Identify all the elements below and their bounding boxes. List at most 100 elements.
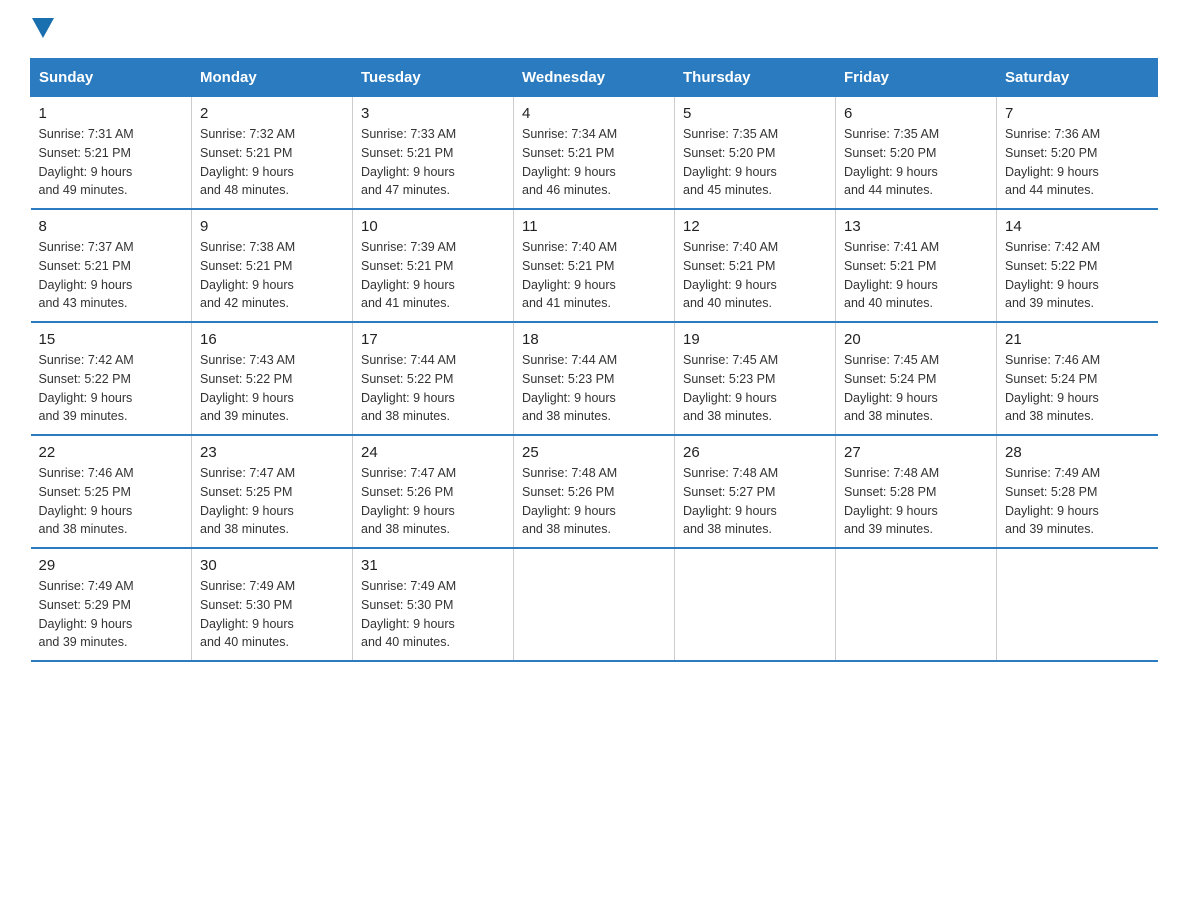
day-info: Sunrise: 7:40 AMSunset: 5:21 PMDaylight:… bbox=[683, 240, 778, 310]
day-info: Sunrise: 7:48 AMSunset: 5:28 PMDaylight:… bbox=[844, 466, 939, 536]
day-info: Sunrise: 7:38 AMSunset: 5:21 PMDaylight:… bbox=[200, 240, 295, 310]
day-number: 25 bbox=[522, 444, 666, 461]
day-info: Sunrise: 7:42 AMSunset: 5:22 PMDaylight:… bbox=[39, 353, 134, 423]
week-row-1: 1 Sunrise: 7:31 AMSunset: 5:21 PMDayligh… bbox=[31, 97, 1158, 210]
day-info: Sunrise: 7:46 AMSunset: 5:25 PMDaylight:… bbox=[39, 466, 134, 536]
day-cell: 8 Sunrise: 7:37 AMSunset: 5:21 PMDayligh… bbox=[31, 209, 192, 322]
day-number: 31 bbox=[361, 557, 505, 574]
day-number: 18 bbox=[522, 331, 666, 348]
week-row-5: 29 Sunrise: 7:49 AMSunset: 5:29 PMDaylig… bbox=[31, 548, 1158, 661]
day-number: 3 bbox=[361, 105, 505, 122]
day-cell: 13 Sunrise: 7:41 AMSunset: 5:21 PMDaylig… bbox=[836, 209, 997, 322]
header-cell-thursday: Thursday bbox=[675, 59, 836, 97]
page-header bbox=[30, 20, 1158, 38]
day-cell: 19 Sunrise: 7:45 AMSunset: 5:23 PMDaylig… bbox=[675, 322, 836, 435]
day-number: 26 bbox=[683, 444, 827, 461]
day-number: 8 bbox=[39, 218, 184, 235]
day-cell: 17 Sunrise: 7:44 AMSunset: 5:22 PMDaylig… bbox=[353, 322, 514, 435]
day-cell: 23 Sunrise: 7:47 AMSunset: 5:25 PMDaylig… bbox=[192, 435, 353, 548]
day-info: Sunrise: 7:35 AMSunset: 5:20 PMDaylight:… bbox=[683, 127, 778, 197]
day-number: 30 bbox=[200, 557, 344, 574]
day-number: 19 bbox=[683, 331, 827, 348]
day-cell: 2 Sunrise: 7:32 AMSunset: 5:21 PMDayligh… bbox=[192, 97, 353, 210]
day-cell: 21 Sunrise: 7:46 AMSunset: 5:24 PMDaylig… bbox=[997, 322, 1158, 435]
day-number: 1 bbox=[39, 105, 184, 122]
day-cell: 4 Sunrise: 7:34 AMSunset: 5:21 PMDayligh… bbox=[514, 97, 675, 210]
day-cell bbox=[514, 548, 675, 661]
day-info: Sunrise: 7:49 AMSunset: 5:30 PMDaylight:… bbox=[361, 579, 456, 649]
day-cell: 15 Sunrise: 7:42 AMSunset: 5:22 PMDaylig… bbox=[31, 322, 192, 435]
day-info: Sunrise: 7:42 AMSunset: 5:22 PMDaylight:… bbox=[1005, 240, 1100, 310]
day-cell: 28 Sunrise: 7:49 AMSunset: 5:28 PMDaylig… bbox=[997, 435, 1158, 548]
day-info: Sunrise: 7:49 AMSunset: 5:28 PMDaylight:… bbox=[1005, 466, 1100, 536]
day-cell: 7 Sunrise: 7:36 AMSunset: 5:20 PMDayligh… bbox=[997, 97, 1158, 210]
day-number: 23 bbox=[200, 444, 344, 461]
header-cell-sunday: Sunday bbox=[31, 59, 192, 97]
day-number: 13 bbox=[844, 218, 988, 235]
day-cell: 18 Sunrise: 7:44 AMSunset: 5:23 PMDaylig… bbox=[514, 322, 675, 435]
day-cell: 26 Sunrise: 7:48 AMSunset: 5:27 PMDaylig… bbox=[675, 435, 836, 548]
day-cell: 11 Sunrise: 7:40 AMSunset: 5:21 PMDaylig… bbox=[514, 209, 675, 322]
day-number: 17 bbox=[361, 331, 505, 348]
calendar-header: SundayMondayTuesdayWednesdayThursdayFrid… bbox=[31, 59, 1158, 97]
day-number: 14 bbox=[1005, 218, 1150, 235]
day-number: 6 bbox=[844, 105, 988, 122]
week-row-4: 22 Sunrise: 7:46 AMSunset: 5:25 PMDaylig… bbox=[31, 435, 1158, 548]
logo-triangle-icon bbox=[32, 18, 54, 38]
day-info: Sunrise: 7:32 AMSunset: 5:21 PMDaylight:… bbox=[200, 127, 295, 197]
day-cell bbox=[997, 548, 1158, 661]
day-info: Sunrise: 7:36 AMSunset: 5:20 PMDaylight:… bbox=[1005, 127, 1100, 197]
day-cell: 27 Sunrise: 7:48 AMSunset: 5:28 PMDaylig… bbox=[836, 435, 997, 548]
day-info: Sunrise: 7:39 AMSunset: 5:21 PMDaylight:… bbox=[361, 240, 456, 310]
day-number: 28 bbox=[1005, 444, 1150, 461]
header-cell-monday: Monday bbox=[192, 59, 353, 97]
day-info: Sunrise: 7:49 AMSunset: 5:30 PMDaylight:… bbox=[200, 579, 295, 649]
day-number: 21 bbox=[1005, 331, 1150, 348]
day-info: Sunrise: 7:40 AMSunset: 5:21 PMDaylight:… bbox=[522, 240, 617, 310]
day-info: Sunrise: 7:33 AMSunset: 5:21 PMDaylight:… bbox=[361, 127, 456, 197]
day-number: 12 bbox=[683, 218, 827, 235]
day-number: 9 bbox=[200, 218, 344, 235]
header-row: SundayMondayTuesdayWednesdayThursdayFrid… bbox=[31, 59, 1158, 97]
day-number: 29 bbox=[39, 557, 184, 574]
day-cell: 12 Sunrise: 7:40 AMSunset: 5:21 PMDaylig… bbox=[675, 209, 836, 322]
day-number: 27 bbox=[844, 444, 988, 461]
day-cell: 20 Sunrise: 7:45 AMSunset: 5:24 PMDaylig… bbox=[836, 322, 997, 435]
day-number: 16 bbox=[200, 331, 344, 348]
day-number: 5 bbox=[683, 105, 827, 122]
day-cell: 6 Sunrise: 7:35 AMSunset: 5:20 PMDayligh… bbox=[836, 97, 997, 210]
day-info: Sunrise: 7:41 AMSunset: 5:21 PMDaylight:… bbox=[844, 240, 939, 310]
calendar-body: 1 Sunrise: 7:31 AMSunset: 5:21 PMDayligh… bbox=[31, 97, 1158, 662]
day-info: Sunrise: 7:45 AMSunset: 5:23 PMDaylight:… bbox=[683, 353, 778, 423]
day-info: Sunrise: 7:35 AMSunset: 5:20 PMDaylight:… bbox=[844, 127, 939, 197]
week-row-3: 15 Sunrise: 7:42 AMSunset: 5:22 PMDaylig… bbox=[31, 322, 1158, 435]
day-number: 20 bbox=[844, 331, 988, 348]
day-cell: 24 Sunrise: 7:47 AMSunset: 5:26 PMDaylig… bbox=[353, 435, 514, 548]
week-row-2: 8 Sunrise: 7:37 AMSunset: 5:21 PMDayligh… bbox=[31, 209, 1158, 322]
day-cell: 29 Sunrise: 7:49 AMSunset: 5:29 PMDaylig… bbox=[31, 548, 192, 661]
day-cell: 22 Sunrise: 7:46 AMSunset: 5:25 PMDaylig… bbox=[31, 435, 192, 548]
day-info: Sunrise: 7:48 AMSunset: 5:26 PMDaylight:… bbox=[522, 466, 617, 536]
day-number: 10 bbox=[361, 218, 505, 235]
day-info: Sunrise: 7:31 AMSunset: 5:21 PMDaylight:… bbox=[39, 127, 134, 197]
day-cell: 14 Sunrise: 7:42 AMSunset: 5:22 PMDaylig… bbox=[997, 209, 1158, 322]
day-cell bbox=[675, 548, 836, 661]
header-cell-tuesday: Tuesday bbox=[353, 59, 514, 97]
day-number: 4 bbox=[522, 105, 666, 122]
day-cell: 30 Sunrise: 7:49 AMSunset: 5:30 PMDaylig… bbox=[192, 548, 353, 661]
day-cell: 31 Sunrise: 7:49 AMSunset: 5:30 PMDaylig… bbox=[353, 548, 514, 661]
header-cell-wednesday: Wednesday bbox=[514, 59, 675, 97]
day-cell: 10 Sunrise: 7:39 AMSunset: 5:21 PMDaylig… bbox=[353, 209, 514, 322]
day-info: Sunrise: 7:49 AMSunset: 5:29 PMDaylight:… bbox=[39, 579, 134, 649]
day-info: Sunrise: 7:48 AMSunset: 5:27 PMDaylight:… bbox=[683, 466, 778, 536]
day-info: Sunrise: 7:37 AMSunset: 5:21 PMDaylight:… bbox=[39, 240, 134, 310]
day-cell: 3 Sunrise: 7:33 AMSunset: 5:21 PMDayligh… bbox=[353, 97, 514, 210]
logo bbox=[30, 20, 54, 38]
day-number: 24 bbox=[361, 444, 505, 461]
day-info: Sunrise: 7:34 AMSunset: 5:21 PMDaylight:… bbox=[522, 127, 617, 197]
day-number: 22 bbox=[39, 444, 184, 461]
calendar-table: SundayMondayTuesdayWednesdayThursdayFrid… bbox=[30, 58, 1158, 662]
day-info: Sunrise: 7:44 AMSunset: 5:22 PMDaylight:… bbox=[361, 353, 456, 423]
day-info: Sunrise: 7:47 AMSunset: 5:25 PMDaylight:… bbox=[200, 466, 295, 536]
day-info: Sunrise: 7:47 AMSunset: 5:26 PMDaylight:… bbox=[361, 466, 456, 536]
